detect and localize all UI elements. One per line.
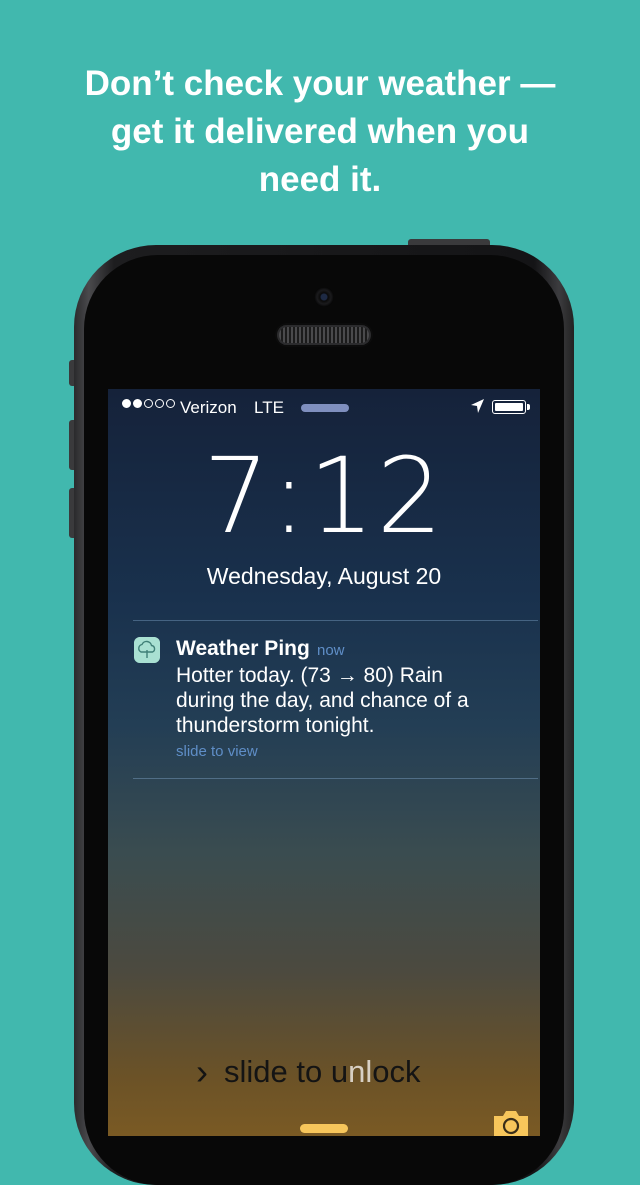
- signal-strength-icon: [122, 399, 175, 408]
- signal-dot: [144, 399, 153, 408]
- chevron-right-icon: ›: [196, 1051, 208, 1092]
- slide-to-unlock-label: slide to unlock: [224, 1054, 421, 1089]
- location-arrow-icon: [471, 399, 484, 413]
- signal-dot: [166, 399, 175, 408]
- battery-icon: [492, 400, 526, 414]
- lock-date: Wednesday, August 20: [206, 563, 442, 589]
- carrier-name: Verizon: [180, 398, 237, 417]
- battery-nub: [527, 404, 530, 410]
- front-camera: [314, 287, 334, 307]
- slide-to-view-hint[interactable]: slide to view: [176, 743, 258, 760]
- slide-to-unlock-slider[interactable]: › slide to unlock: [196, 1051, 420, 1093]
- signal-dot: [133, 399, 142, 408]
- notification-body-line: during the day, and chance of a: [176, 689, 469, 712]
- headline-line-1: Don’t check your weather —: [84, 64, 556, 103]
- headline: Don’t check your weather — get it delive…: [40, 60, 600, 204]
- signal-dot: [122, 399, 131, 408]
- cloud-rain-icon: [134, 637, 160, 663]
- status-pill-indicator: [301, 404, 349, 412]
- notification-body-line: thunderstorm tonight.: [176, 714, 375, 737]
- camera-icon[interactable]: [492, 1107, 530, 1136]
- headline-line-3: need it.: [258, 160, 382, 199]
- notification-divider-bottom: [133, 778, 538, 779]
- control-center-grabber[interactable]: [300, 1124, 348, 1133]
- lock-screen: Verizon LTE 7:12 Wednesday, August 20 We…: [108, 389, 540, 1136]
- earpiece-speaker: [277, 325, 371, 345]
- battery-level: [495, 403, 523, 411]
- notification-divider-top: [133, 620, 538, 621]
- signal-dot: [155, 399, 164, 408]
- lock-time: 7:12: [203, 435, 445, 557]
- network-type: LTE: [254, 398, 284, 417]
- notification-time: now: [317, 642, 345, 659]
- status-bar: Verizon LTE: [108, 389, 540, 427]
- notification-app-name: Weather Ping: [176, 637, 310, 660]
- notification-body-line: Hotter today. (73 → 80) Rain: [176, 664, 443, 687]
- notification-body: Hotter today. (73 → 80) Rain during the …: [176, 663, 516, 738]
- headline-line-2: get it delivered when you: [110, 112, 530, 151]
